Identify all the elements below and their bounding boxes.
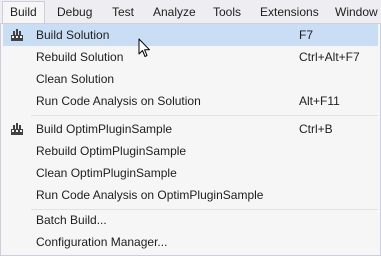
menu-item-label: Run Code Analysis on OptimPluginSample bbox=[36, 188, 264, 202]
menu-item-batch-build[interactable]: Batch Build... bbox=[3, 209, 378, 231]
menu-test[interactable]: Test bbox=[112, 3, 134, 21]
build-dropdown-menu: Build Solution F7 Rebuild Solution Ctrl+… bbox=[0, 23, 381, 256]
menu-item-shortcut: Alt+F11 bbox=[299, 94, 340, 108]
menu-item-shortcut: F7 bbox=[299, 28, 314, 42]
menu-item-shortcut: Ctrl+Alt+F7 bbox=[299, 50, 360, 64]
menu-item-run-code-analysis-project[interactable]: Run Code Analysis on OptimPluginSample bbox=[3, 184, 378, 206]
menu-item-build-solution[interactable]: Build Solution F7 bbox=[3, 24, 378, 46]
menu-analyze[interactable]: Analyze bbox=[153, 3, 196, 21]
menu-item-shortcut: Ctrl+B bbox=[299, 122, 333, 136]
mouse-pointer-icon bbox=[138, 38, 151, 58]
menu-separator bbox=[31, 115, 378, 116]
menu-debug[interactable]: Debug bbox=[57, 3, 92, 21]
menu-item-label: Rebuild Solution bbox=[36, 50, 124, 64]
menu-bar: Build Debug Test Analyze Tools Extension… bbox=[0, 0, 381, 24]
menu-item-label: Configuration Manager... bbox=[36, 235, 168, 249]
menu-extensions[interactable]: Extensions bbox=[260, 3, 319, 21]
menu-item-clean-project[interactable]: Clean OptimPluginSample bbox=[3, 162, 378, 184]
menu-item-rebuild-solution[interactable]: Rebuild Solution Ctrl+Alt+F7 bbox=[3, 46, 378, 68]
menu-item-build-project[interactable]: Build OptimPluginSample Ctrl+B bbox=[3, 118, 378, 140]
menu-item-label: Build OptimPluginSample bbox=[36, 122, 173, 136]
build-icon bbox=[10, 28, 24, 42]
menu-item-label: Build Solution bbox=[36, 28, 110, 42]
menu-item-configuration-manager[interactable]: Configuration Manager... bbox=[3, 231, 378, 253]
menu-item-label: Clean Solution bbox=[36, 72, 115, 86]
menu-item-clean-solution[interactable]: Clean Solution bbox=[3, 68, 378, 90]
menu-item-label: Batch Build... bbox=[36, 213, 107, 227]
menu-tools[interactable]: Tools bbox=[213, 3, 241, 21]
menu-item-run-code-analysis-solution[interactable]: Run Code Analysis on Solution Alt+F11 bbox=[3, 90, 378, 112]
menu-item-label: Rebuild OptimPluginSample bbox=[36, 144, 187, 158]
menu-item-rebuild-project[interactable]: Rebuild OptimPluginSample bbox=[3, 140, 378, 162]
menu-build[interactable]: Build bbox=[2, 1, 45, 24]
menu-item-label: Clean OptimPluginSample bbox=[36, 166, 177, 180]
build-icon bbox=[10, 122, 24, 136]
menu-item-label: Run Code Analysis on Solution bbox=[36, 94, 201, 108]
menu-window[interactable]: Window bbox=[335, 3, 378, 21]
